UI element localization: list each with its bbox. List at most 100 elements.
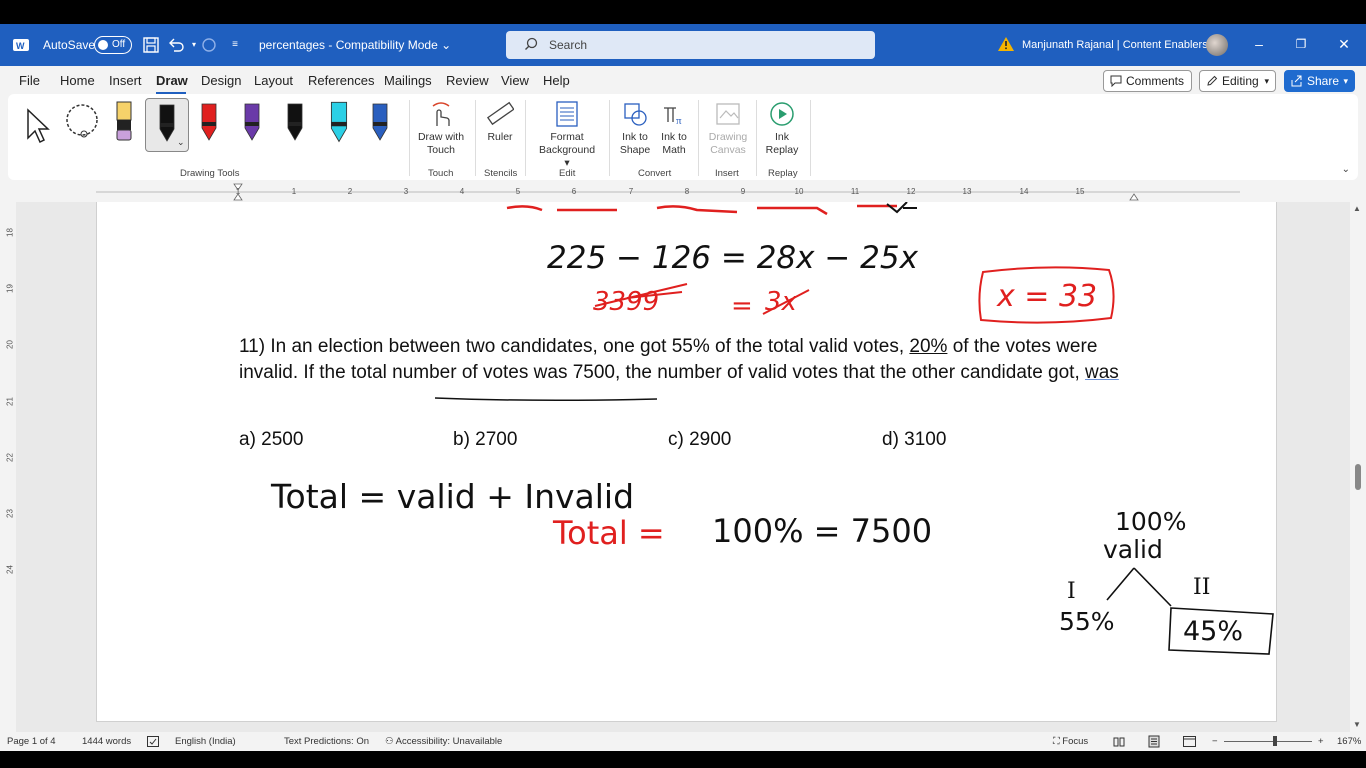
accessibility-status[interactable]: ⚇ Accessibility: Unavailable <box>385 736 502 747</box>
tree-top-percent: 100% <box>1115 507 1186 536</box>
black-marker-icon[interactable] <box>283 98 307 148</box>
drawing-canvas-label-2: Canvas <box>710 144 746 156</box>
tab-references[interactable]: References <box>308 73 374 88</box>
tab-help[interactable]: Help <box>543 73 570 88</box>
option-b: b) 2700 <box>453 429 518 450</box>
ruler-number: 20 <box>5 340 15 349</box>
restore-icon[interactable]: ❐ <box>1291 34 1311 54</box>
group-insert: Insert <box>715 168 739 179</box>
tab-mailings[interactable]: Mailings <box>384 73 432 88</box>
ink-to-shape-icon <box>624 103 647 126</box>
tab-design[interactable]: Design <box>201 73 241 88</box>
web-layout-icon[interactable] <box>1183 736 1196 747</box>
share-button[interactable]: Share ▾ <box>1284 70 1355 92</box>
tab-draw[interactable]: Draw <box>156 73 188 88</box>
comments-button[interactable]: Comments <box>1103 70 1192 92</box>
cyan-highlighter-icon[interactable] <box>325 98 353 148</box>
question-paragraph[interactable]: 11) In an election between two candidate… <box>239 334 1149 386</box>
tree-top-label: valid <box>1103 535 1163 564</box>
separator <box>525 100 526 176</box>
format-background-label-2: Background <box>539 144 596 156</box>
read-mode-icon[interactable] <box>1113 736 1125 747</box>
zoom-out-icon[interactable]: − <box>1212 736 1218 747</box>
selected-pen-frame[interactable]: ⌄ <box>145 98 189 152</box>
zoom-in-icon[interactable]: + <box>1318 736 1324 747</box>
red-pen-icon[interactable] <box>197 98 221 148</box>
user-name[interactable]: Manjunath Rajanal | Content Enablers <box>1022 39 1208 51</box>
search-box[interactable]: Search <box>506 31 875 59</box>
chevron-down-icon: ▾ <box>1264 76 1269 86</box>
draw-with-touch-button[interactable]: Draw with Touch <box>413 100 469 157</box>
draw-with-touch-label-2: Touch <box>426 144 456 156</box>
save-icon[interactable] <box>142 36 160 54</box>
ink-layer: 225 − 126 = 28x − 25x 3399 = 3x x = 33 T… <box>270 202 1274 655</box>
tab-insert[interactable]: Insert <box>109 73 142 88</box>
customize-toolbar-icon[interactable]: ≡ <box>226 36 244 54</box>
format-background-button[interactable]: Format Background ▾ <box>539 100 595 170</box>
ruler-number: 18 <box>5 228 15 237</box>
question-percent: 20% <box>909 336 948 357</box>
ribbon: ⌄ Drawing Tools Draw with Touch Touch Rul… <box>8 94 1358 180</box>
group-drawing-tools: Drawing Tools <box>180 168 240 179</box>
scroll-down-icon[interactable]: ▼ <box>1353 720 1361 729</box>
question-text-1: In an election between two candidates, o… <box>270 336 905 357</box>
share-icon <box>1291 75 1302 87</box>
ruler-number: 12 <box>906 187 916 196</box>
editing-button[interactable]: Editing ▾ <box>1199 70 1276 92</box>
ruler-number: 15 <box>1075 187 1085 196</box>
zoom-slider[interactable] <box>1224 741 1312 742</box>
ruler-button[interactable]: Ruler <box>472 100 528 144</box>
ink-replay-button[interactable]: Ink Replay <box>754 100 810 157</box>
touch-hand-icon <box>432 102 450 126</box>
highlighter-pen-icon[interactable] <box>112 98 136 148</box>
zoom-thumb[interactable] <box>1273 736 1277 746</box>
minimize-icon[interactable]: – <box>1249 34 1269 54</box>
text-predictions[interactable]: Text Predictions: On <box>284 736 369 747</box>
galaxy-pen-icon[interactable] <box>368 98 392 148</box>
word-count[interactable]: 1444 words <box>82 736 131 747</box>
close-icon[interactable]: ✕ <box>1334 34 1354 54</box>
ruler-number: 10 <box>794 187 804 196</box>
page-count[interactable]: Page 1 of 4 <box>7 736 56 747</box>
ink-to-math-button[interactable]: π Ink to Math <box>646 100 702 157</box>
focus-button[interactable]: ⛶ Focus <box>1053 736 1088 747</box>
equals-sign: = <box>731 291 753 321</box>
question-number: 11) <box>239 336 266 357</box>
ink-to-math-label: Ink to <box>661 131 687 143</box>
chevron-down-icon: ⌄ <box>177 137 185 147</box>
autosave-label: AutoSave <box>43 38 96 52</box>
editing-label: Editing <box>1222 74 1259 88</box>
select-tool-icon[interactable] <box>24 98 54 148</box>
scroll-thumb[interactable] <box>1355 464 1361 490</box>
scroll-up-icon[interactable]: ▲ <box>1353 204 1361 213</box>
vertical-scrollbar[interactable]: ▲ ▼ <box>1350 202 1366 732</box>
option-d: d) 3100 <box>882 429 947 450</box>
print-layout-icon[interactable] <box>1148 735 1160 748</box>
tab-layout[interactable]: Layout <box>254 73 293 88</box>
zoom-level[interactable]: 167% <box>1337 736 1361 747</box>
horizontal-ruler: 1 1 2 3 4 5 6 7 8 9 10 11 12 13 14 15 <box>0 182 1366 202</box>
collapse-ribbon-icon[interactable]: ⌄ <box>1342 164 1350 175</box>
autosave-toggle[interactable]: Off <box>94 36 132 54</box>
tab-home[interactable]: Home <box>60 73 95 88</box>
document-title[interactable]: percentages - Compatibility Mode ⌄ <box>259 38 451 52</box>
handwritten-total-equation: Total = valid + Invalid <box>270 477 634 516</box>
language[interactable]: English (India) <box>175 736 236 747</box>
option-a: a) 2500 <box>239 429 304 450</box>
ruler-number: 13 <box>962 187 972 196</box>
document-page[interactable]: 225 − 126 = 28x − 25x 3399 = 3x x = 33 T… <box>96 202 1277 722</box>
tab-review[interactable]: Review <box>446 73 489 88</box>
ruler-number: 3 <box>403 187 409 196</box>
purple-pen-icon[interactable] <box>240 98 264 148</box>
undo-icon[interactable] <box>167 36 185 54</box>
proofing-icon[interactable] <box>147 736 159 747</box>
avatar[interactable] <box>1206 34 1228 56</box>
tab-file[interactable]: File <box>19 73 40 88</box>
ruler-number: 7 <box>628 187 634 196</box>
tab-view[interactable]: View <box>501 73 529 88</box>
pen-underline <box>434 397 658 402</box>
group-stencils: Stencils <box>484 168 518 179</box>
pencil-icon <box>1207 75 1218 86</box>
lasso-select-icon[interactable] <box>62 98 102 148</box>
search-icon <box>525 37 538 50</box>
